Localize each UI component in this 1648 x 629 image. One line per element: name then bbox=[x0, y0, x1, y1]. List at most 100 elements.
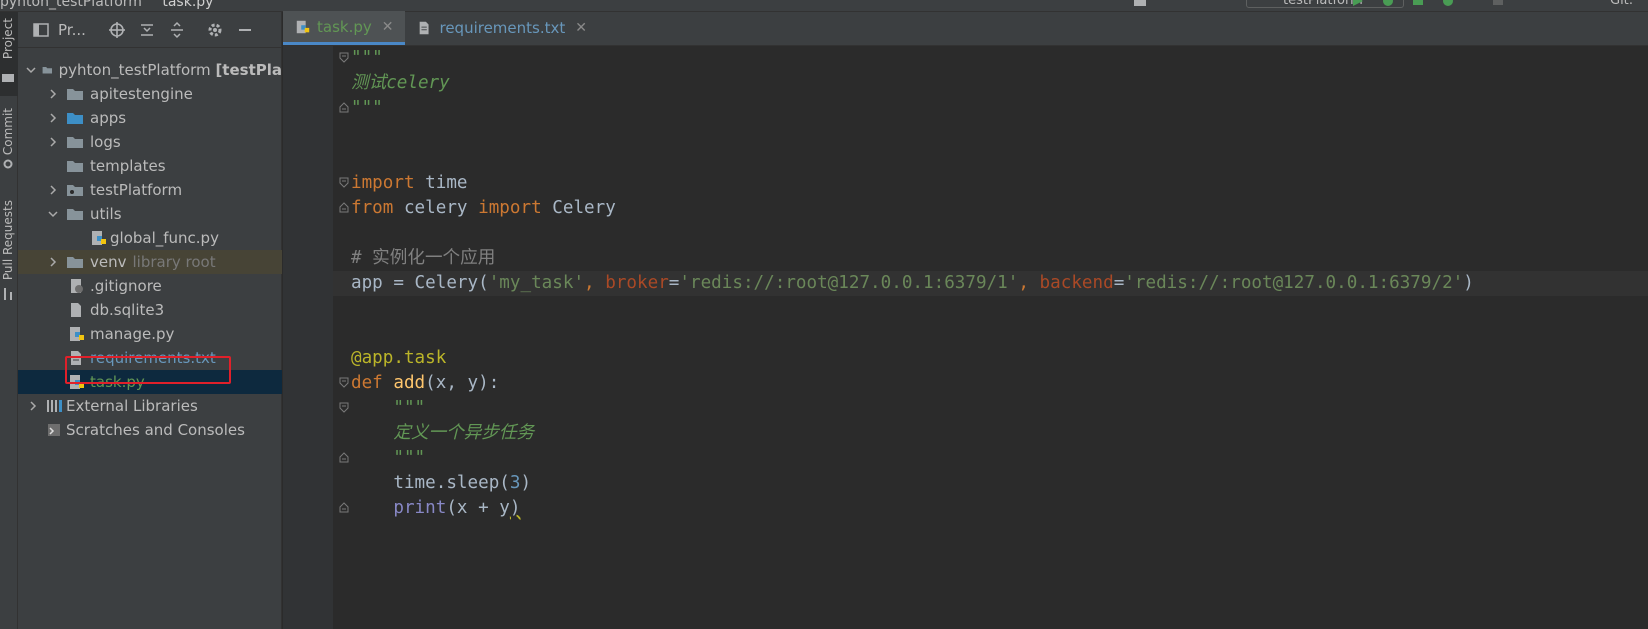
string-literal: 'redis://:root@127.0.0.1:6379/1' bbox=[679, 273, 1019, 293]
profile-icon[interactable] bbox=[1442, 0, 1454, 6]
chevron-right-icon[interactable] bbox=[46, 183, 60, 197]
tree-item-external-libraries[interactable]: External Libraries bbox=[18, 394, 282, 418]
chevron-right-icon[interactable] bbox=[26, 399, 40, 413]
locate-file-icon[interactable] bbox=[108, 21, 126, 39]
code-line: 6 import time bbox=[333, 171, 1648, 196]
chevron-down-icon[interactable] bbox=[46, 207, 60, 221]
stop-icon[interactable] bbox=[1492, 0, 1504, 6]
fold-icon[interactable] bbox=[339, 377, 349, 388]
fold-icon[interactable] bbox=[339, 202, 349, 213]
tree-item-label: templates bbox=[90, 157, 166, 175]
chevron-down-icon[interactable] bbox=[26, 63, 36, 77]
project-panel-title[interactable]: Pr... bbox=[58, 21, 86, 39]
code-token: = bbox=[1113, 273, 1125, 293]
tool-tab-pull-requests[interactable]: Pull Requests bbox=[0, 196, 18, 306]
tree-item-scratches[interactable]: Scratches and Consoles bbox=[18, 418, 282, 442]
folder-icon bbox=[67, 209, 83, 220]
tree-item-label: apitestengine bbox=[90, 85, 193, 103]
code-line-current: 10 app = Celery('my_task', broker='redis… bbox=[333, 271, 1648, 296]
chevron-right-icon[interactable] bbox=[46, 111, 60, 125]
project-view-icon[interactable] bbox=[32, 21, 50, 39]
tree-item-label: apps bbox=[90, 109, 127, 127]
tree-item-global-func[interactable]: global_func.py bbox=[18, 226, 282, 250]
code-line: 15 """ bbox=[333, 396, 1648, 421]
tree-item-logs[interactable]: logs bbox=[18, 130, 282, 154]
chevron-right-icon[interactable] bbox=[46, 255, 60, 269]
code-token: celery bbox=[393, 198, 479, 218]
tree-item-manage-py[interactable]: manage.py bbox=[18, 322, 282, 346]
fold-icon[interactable] bbox=[339, 52, 349, 63]
minimize-icon[interactable] bbox=[236, 21, 254, 39]
code-line: 1 """ bbox=[333, 46, 1648, 71]
string-literal: 'redis://:root@127.0.0.1:6379/2' bbox=[1124, 273, 1464, 293]
run-icon[interactable] bbox=[1352, 0, 1364, 6]
text-file-icon bbox=[420, 21, 430, 35]
python-file-icon bbox=[296, 20, 310, 33]
tree-item-gitignore[interactable]: .gitignore bbox=[18, 274, 282, 298]
code-text: 定义一个异步任务 bbox=[351, 423, 535, 443]
gear-icon[interactable] bbox=[206, 21, 224, 39]
tree-root[interactable]: pyhton_testPlatform [testPla bbox=[18, 58, 282, 82]
code-line: 9 # 实例化一个应用 bbox=[333, 246, 1648, 271]
fold-icon[interactable] bbox=[339, 452, 349, 463]
code-text: """ bbox=[351, 448, 426, 468]
tree-item-templates[interactable]: templates bbox=[18, 154, 282, 178]
folder-icon bbox=[67, 257, 83, 268]
keyword-argument: broker bbox=[605, 273, 669, 293]
close-icon[interactable]: ✕ bbox=[575, 20, 587, 36]
tree-item-label: venv bbox=[90, 253, 127, 271]
tab-requirements-txt[interactable]: requirements.txt ✕ bbox=[405, 11, 599, 45]
tree-root-suffix: [testPla bbox=[215, 61, 282, 79]
folder-icon bbox=[42, 67, 53, 74]
code-text: from celery import Celery bbox=[351, 196, 616, 221]
tool-tab-commit[interactable]: Commit bbox=[0, 104, 18, 178]
highlight-box bbox=[65, 356, 231, 384]
navigation-breadcrumb: pyhton_testPlatform task.py bbox=[0, 0, 213, 10]
tree-item-apps[interactable]: apps bbox=[18, 106, 282, 130]
close-icon[interactable]: ✕ bbox=[382, 19, 394, 35]
number-literal: 3 bbox=[509, 473, 521, 493]
tab-task-py[interactable]: task.py ✕ bbox=[283, 11, 406, 45]
coverage-icon[interactable] bbox=[1412, 0, 1424, 6]
code-line: 18 time.sleep(3) bbox=[333, 471, 1648, 496]
git-label[interactable]: Git: bbox=[1610, 0, 1633, 8]
tree-item-label: logs bbox=[90, 133, 121, 151]
tree-item-apitestengine[interactable]: apitestengine bbox=[18, 82, 282, 106]
breadcrumb-file[interactable]: task.py bbox=[162, 0, 213, 10]
code-text: 测试celery bbox=[351, 73, 450, 93]
code-line: 17 """ bbox=[333, 446, 1648, 471]
project-folder-icon bbox=[2, 74, 14, 82]
code-line: 5 bbox=[333, 146, 1648, 171]
collapse-all-icon[interactable] bbox=[168, 21, 186, 39]
code-token: app = Celery( bbox=[351, 273, 489, 293]
tree-item-utils[interactable]: utils bbox=[18, 202, 282, 226]
keyword: import bbox=[478, 198, 542, 218]
code-text: import time bbox=[351, 171, 468, 196]
tree-item-db-sqlite3[interactable]: db.sqlite3 bbox=[18, 298, 282, 322]
tree-item-label: global_func.py bbox=[110, 229, 219, 247]
tree-item-testplatform[interactable]: testPlatform bbox=[18, 178, 282, 202]
code-text: time.sleep(3) bbox=[351, 471, 531, 496]
fold-icon[interactable] bbox=[339, 502, 349, 513]
code-token: time.sleep( bbox=[351, 473, 510, 493]
debug-icon[interactable] bbox=[1382, 0, 1394, 6]
chevron-right-icon[interactable] bbox=[46, 135, 60, 149]
fold-icon[interactable] bbox=[339, 102, 349, 113]
code-editor[interactable]: 1 """ 2 测试celery 3 """ 4 5 6 import time bbox=[333, 46, 1648, 629]
breadcrumb-project[interactable]: pyhton_testPlatform bbox=[0, 0, 142, 10]
expand-all-icon[interactable] bbox=[138, 21, 156, 39]
tree-root-label: pyhton_testPlatform bbox=[58, 61, 211, 79]
project-panel-header: Pr... bbox=[18, 12, 281, 48]
fold-icon[interactable] bbox=[339, 402, 349, 413]
run-configuration-select[interactable]: testPlatform bbox=[1246, 0, 1404, 8]
chevron-right-icon[interactable] bbox=[46, 87, 60, 101]
libraries-icon bbox=[47, 400, 62, 412]
build-icon[interactable] bbox=[1134, 0, 1146, 6]
fold-icon[interactable] bbox=[339, 177, 349, 188]
tool-tab-project[interactable]: Project bbox=[0, 12, 18, 96]
code-token: ) bbox=[509, 498, 521, 518]
folder-icon bbox=[67, 161, 83, 172]
tree-item-venv[interactable]: venv library root bbox=[18, 250, 282, 274]
code-line: 11 bbox=[333, 296, 1648, 321]
